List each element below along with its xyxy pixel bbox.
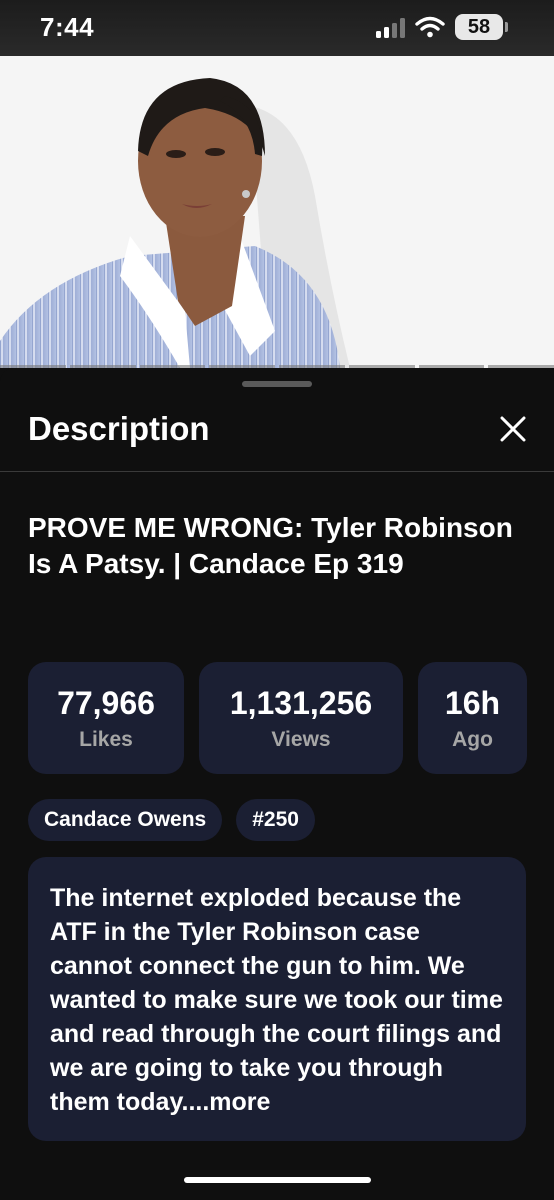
drag-handle[interactable] <box>242 381 312 387</box>
stat-label: Views <box>271 728 331 751</box>
status-icons: 58 <box>376 14 508 40</box>
video-stats: 77,966 Likes 1,131,256 Views 16h Ago <box>28 662 527 774</box>
status-time: 7:44 <box>40 12 95 42</box>
status-bar: 7:44 58 <box>0 0 554 56</box>
divider <box>0 471 554 472</box>
battery-tip <box>505 22 508 32</box>
stat-value: 77,966 <box>57 685 155 721</box>
cellular-signal-icon <box>376 16 405 38</box>
sheet-title: Description <box>28 410 210 447</box>
hashtag-chip[interactable]: #250 <box>236 799 315 841</box>
stat-value: 16h <box>444 685 501 721</box>
battery-level: 58 <box>467 15 491 38</box>
tag-chips: Candace Owens #250 <box>28 799 315 841</box>
stat-label: Likes <box>79 728 133 751</box>
home-indicator[interactable] <box>184 1177 371 1183</box>
stat-age: 16h Ago <box>418 662 527 774</box>
close-button[interactable] <box>496 412 530 446</box>
stat-value: 1,131,256 <box>229 685 373 721</box>
video-thumbnail[interactable] <box>0 56 554 368</box>
wifi-icon <box>415 16 445 38</box>
stat-views: 1,131,256 Views <box>199 662 403 774</box>
channel-chip[interactable]: Candace Owens <box>28 799 223 841</box>
home-indicator-area <box>0 1158 554 1200</box>
video-title: PROVE ME WRONG: Tyler Robinson Is A Pats… <box>28 512 513 579</box>
stat-label: Ago <box>452 728 493 751</box>
description-text[interactable]: The internet exploded because the ATF in… <box>28 857 526 1141</box>
thumbnail-image <box>0 56 554 368</box>
battery-icon: 58 <box>455 14 503 40</box>
stat-likes: 77,966 Likes <box>28 662 184 774</box>
close-icon <box>500 416 526 442</box>
description-sheet: Description PROVE ME WRONG: Tyler Robins… <box>0 368 554 1200</box>
